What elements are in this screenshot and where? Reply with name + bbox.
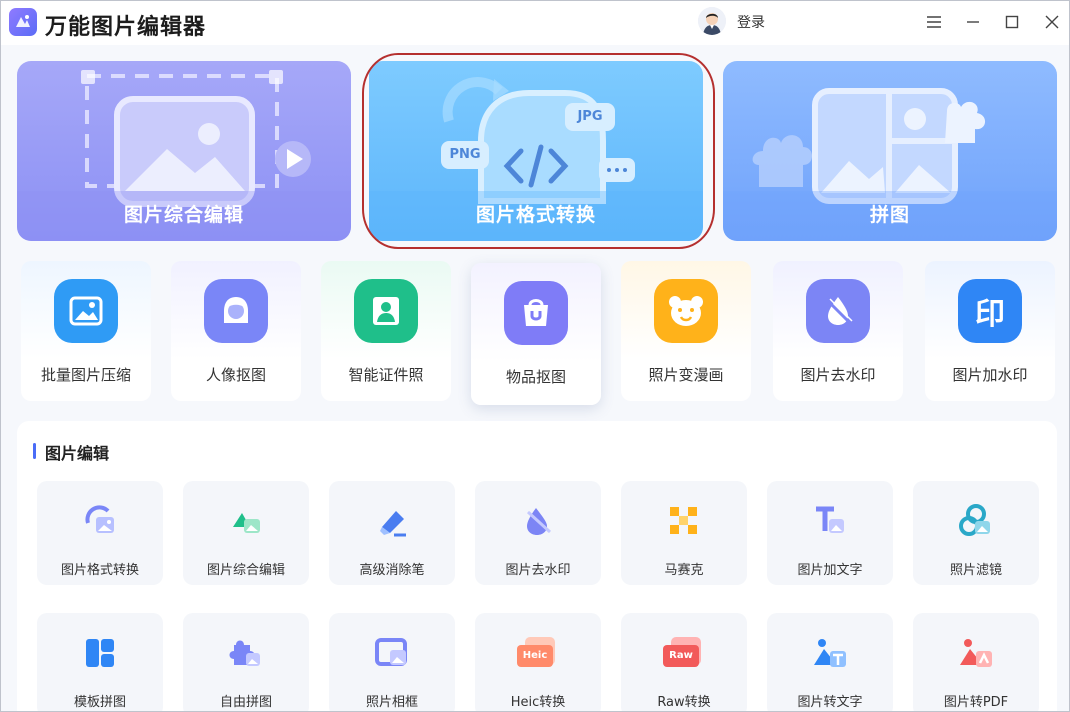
image-icon xyxy=(54,279,118,343)
image-to-pdf-icon xyxy=(958,635,994,671)
quick-tool-id-photo[interactable]: 智能证件照 xyxy=(321,261,451,401)
hero-card-image-edit[interactable]: 图片综合编辑 xyxy=(17,61,351,241)
tool-watermark-remove[interactable]: 图片去水印 xyxy=(475,481,601,585)
minimize-icon[interactable] xyxy=(960,9,986,35)
quick-tool-remove-watermark[interactable]: 图片去水印 xyxy=(773,261,903,401)
tool-format-convert[interactable]: 图片格式转换 xyxy=(37,481,163,585)
free-collage-icon xyxy=(228,635,264,671)
quick-tool-object-cutout[interactable]: 物品抠图 xyxy=(471,263,601,405)
stamp-icon: 印 xyxy=(958,279,1022,343)
add-text-icon xyxy=(812,503,848,539)
format-convert-icon xyxy=(82,503,118,539)
tool-template-collage[interactable]: 模板拼图 xyxy=(37,613,163,711)
quick-tool-label: 批量图片压缩 xyxy=(40,366,131,384)
drop-erase-icon xyxy=(806,279,870,343)
tool-label: 图片加文字 xyxy=(797,563,863,578)
menu-icon[interactable] xyxy=(921,9,947,35)
tool-label: 高级消除笔 xyxy=(359,563,425,578)
quick-tool-batch-compress[interactable]: 批量图片压缩 xyxy=(21,261,151,401)
tool-image-to-pdf[interactable]: 图片转PDF xyxy=(913,613,1039,711)
quick-tool-label: 智能证件照 xyxy=(348,366,424,384)
tool-filter[interactable]: 照片滤镜 xyxy=(913,481,1039,585)
app-window: 万能图片编辑器 登录 图片综合编辑 PNG JPG 图片格式转换 拼图 批量图片… xyxy=(0,0,1070,712)
watermark-remove-icon xyxy=(520,503,556,539)
image-edit-icon xyxy=(228,503,264,539)
hero-card-format-convert[interactable]: PNG JPG 图片格式转换 xyxy=(369,61,703,241)
title-bar: 万能图片编辑器 登录 xyxy=(1,1,1069,45)
tool-eraser-pen[interactable]: 高级消除笔 xyxy=(329,481,455,585)
user-avatar[interactable] xyxy=(698,7,726,35)
tool-label: 马赛克 xyxy=(664,563,704,578)
tool-image-to-text[interactable]: 图片转文字 xyxy=(767,613,893,711)
tool-mosaic[interactable]: 马赛克 xyxy=(621,481,747,585)
heic-icon: Heic xyxy=(515,635,561,671)
png-badge: PNG xyxy=(449,147,481,162)
cartoon-bear-icon xyxy=(654,279,718,343)
tool-label: Heic转换 xyxy=(510,695,566,710)
hero-card-label: 拼图 xyxy=(869,204,910,226)
app-title: 万能图片编辑器 xyxy=(45,15,207,40)
tool-label: 自由拼图 xyxy=(219,695,272,710)
tool-raw-convert[interactable]: Raw Raw转换 xyxy=(621,613,747,711)
tool-image-edit[interactable]: 图片综合编辑 xyxy=(183,481,309,585)
jpg-badge: JPG xyxy=(577,109,603,124)
id-photo-icon xyxy=(354,279,418,343)
tool-label: 图片转PDF xyxy=(943,695,1009,710)
section-accent-bar xyxy=(33,443,36,459)
tool-label: 图片转文字 xyxy=(797,695,863,710)
login-link[interactable]: 登录 xyxy=(737,12,765,32)
tool-label: 图片综合编辑 xyxy=(206,563,285,578)
tool-label: 模板拼图 xyxy=(73,695,126,710)
eraser-pen-icon xyxy=(374,503,410,539)
hero-card-label: 图片格式转换 xyxy=(475,204,596,226)
photo-frame-icon xyxy=(374,635,410,671)
tool-label: 图片去水印 xyxy=(505,563,571,578)
section-title: 图片编辑 xyxy=(45,444,110,463)
tool-label: 照片滤镜 xyxy=(949,563,1002,578)
maximize-icon[interactable] xyxy=(999,9,1025,35)
tool-label: 照片相框 xyxy=(365,695,418,710)
tool-label: Raw转换 xyxy=(657,695,711,710)
image-to-text-icon xyxy=(812,635,848,671)
template-collage-icon xyxy=(82,635,118,671)
hero-card-label: 图片综合编辑 xyxy=(123,204,244,226)
portrait-icon xyxy=(204,279,268,343)
quick-tool-portrait-cutout[interactable]: 人像抠图 xyxy=(171,261,301,401)
image-edit-section: 图片编辑 图片格式转换 图片综合编辑 高级消除笔 图片去水印 马赛克 图片加文字… xyxy=(17,421,1057,711)
quick-tool-label: 照片变漫画 xyxy=(648,366,724,384)
tool-add-text[interactable]: 图片加文字 xyxy=(767,481,893,585)
bag-icon xyxy=(504,281,568,345)
tool-label: 图片格式转换 xyxy=(60,563,139,578)
quick-tool-add-watermark[interactable]: 印 图片加水印 xyxy=(925,261,1055,401)
app-logo-icon xyxy=(9,8,37,36)
quick-tool-cartoon[interactable]: 照片变漫画 xyxy=(621,261,751,401)
close-icon[interactable] xyxy=(1039,9,1065,35)
quick-tool-label: 人像抠图 xyxy=(205,366,266,384)
mosaic-icon xyxy=(666,503,702,539)
quick-tool-label: 图片加水印 xyxy=(952,366,1028,384)
tool-free-collage[interactable]: 自由拼图 xyxy=(183,613,309,711)
tool-photo-frame[interactable]: 照片相框 xyxy=(329,613,455,711)
filter-icon xyxy=(958,503,994,539)
quick-tool-label: 图片去水印 xyxy=(800,366,876,384)
raw-icon: Raw xyxy=(661,635,707,671)
hero-card-collage[interactable]: 拼图 xyxy=(723,61,1057,241)
quick-tool-label: 物品抠图 xyxy=(505,368,566,386)
tool-heic-convert[interactable]: Heic Heic转换 xyxy=(475,613,601,711)
